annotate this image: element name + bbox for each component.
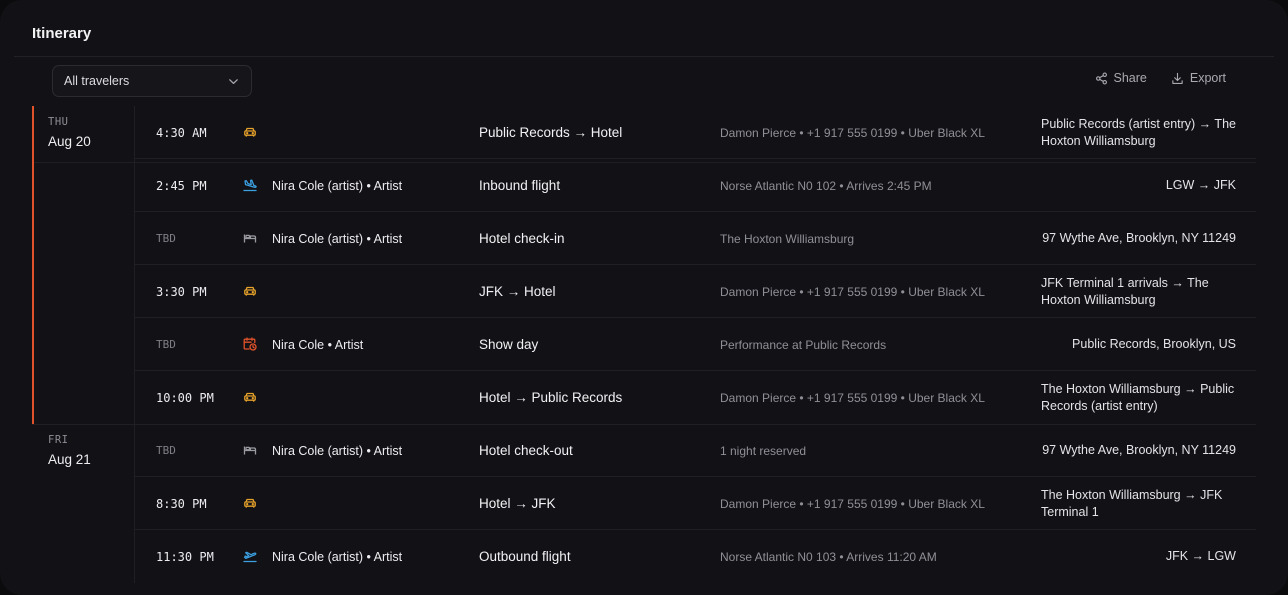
event-location: JFK Terminal 1 arrivals → The Hoxton Wil…	[1041, 265, 1236, 318]
itinerary-row[interactable]: 10:00 PM Hotel → Public Records Damon Pi…	[135, 371, 1256, 424]
event-title: Public Records → Hotel	[479, 125, 623, 140]
event-detail: Norse Atlantic N0 102 • Arrives 2:45 PM	[720, 178, 932, 193]
event-time: TBD	[156, 444, 176, 457]
event-location: Public Records, Brooklyn, US	[1041, 318, 1236, 371]
car-icon	[242, 124, 258, 140]
itinerary-row[interactable]: TBD Nira Cole • Artist Show day Performa…	[135, 318, 1256, 371]
event-location-text: 97 Wythe Ave, Brooklyn, NY 11249	[1042, 231, 1236, 245]
itinerary-row[interactable]: 4:30 AM Public Records → Hotel Damon Pie…	[135, 106, 1256, 159]
bed-icon	[242, 442, 258, 458]
export-button[interactable]: Export	[1171, 71, 1226, 85]
event-location-text: 97 Wythe Ave, Brooklyn, NY 11249	[1042, 443, 1236, 457]
event-time: 3:30 PM	[156, 284, 207, 299]
itinerary-row[interactable]: 8:30 PM Hotel → JFK Damon Pierce • +1 91…	[135, 477, 1256, 530]
itinerary-schedule: THU Aug 20 4:30 AM Public Records → Hotel…	[32, 106, 1256, 583]
event-time: 2:45 PM	[156, 178, 207, 193]
day-group: FRI Aug 21 TBD Nira Cole (artist) • Artis…	[32, 424, 1256, 583]
car-icon	[242, 495, 258, 511]
event-location: 97 Wythe Ave, Brooklyn, NY 11249	[1041, 424, 1236, 477]
event-title: JFK → Hotel	[479, 284, 556, 299]
day-of-week: FRI	[48, 434, 69, 446]
day-date: Aug 21	[48, 452, 91, 467]
share-label: Share	[1113, 71, 1147, 85]
event-detail: Performance at Public Records	[720, 337, 887, 352]
itinerary-row[interactable]: 3:30 PM JFK → Hotel Damon Pierce • +1 91…	[135, 265, 1256, 318]
event-time: 4:30 AM	[156, 125, 207, 140]
car-icon	[242, 389, 258, 405]
event-location-text: JFK → LGW	[1165, 549, 1236, 563]
traveler-filter-select[interactable]: All travelers	[52, 65, 252, 97]
day-group: THU Aug 20 4:30 AM Public Records → Hotel…	[32, 106, 1256, 424]
event-time: 10:00 PM	[156, 390, 214, 405]
event-title: Hotel → Public Records	[479, 390, 623, 405]
event-detail: 1 night reserved	[720, 443, 807, 458]
event-location-text: JFK Terminal 1 arrivals → The Hoxton Wil…	[1041, 275, 1209, 307]
day-header: THU Aug 20	[32, 106, 135, 424]
event-traveler: Nira Cole (artist) • Artist	[272, 549, 403, 564]
event-time: TBD	[156, 338, 176, 351]
event-detail: Norse Atlantic N0 103 • Arrives 11:20 AM	[720, 549, 937, 564]
chevron-down-icon	[229, 79, 238, 85]
day-date: Aug 20	[48, 134, 91, 149]
day-rows: 4:30 AM Public Records → Hotel Damon Pie…	[135, 106, 1256, 424]
page-title: Itinerary	[32, 25, 92, 42]
event-location-text: The Hoxton Williamsburg → JFK Terminal 1	[1041, 487, 1223, 519]
event-title: Hotel → JFK	[479, 496, 556, 511]
day-header: FRI Aug 21	[32, 424, 135, 583]
event-detail: The Hoxton Williamsburg	[720, 231, 855, 246]
share-button[interactable]: Share	[1095, 71, 1147, 85]
event-detail: Damon Pierce • +1 917 555 0199 • Uber Bl…	[720, 496, 985, 511]
event-time: 11:30 PM	[156, 549, 214, 564]
event-detail: Damon Pierce • +1 917 555 0199 • Uber Bl…	[720, 125, 985, 140]
event-detail: Damon Pierce • +1 917 555 0199 • Uber Bl…	[720, 284, 985, 299]
event-traveler: Nira Cole • Artist	[272, 337, 364, 352]
event-location-text: LGW → JFK	[1165, 178, 1236, 192]
day-rows: TBD Nira Cole (artist) • Artist Hotel ch…	[135, 424, 1256, 583]
itinerary-row[interactable]: 11:30 PM Nira Cole (artist) • Artist Out…	[135, 530, 1256, 583]
flight-landing-icon	[242, 177, 258, 193]
toolbar: All travelers Share Export	[0, 57, 1288, 163]
event-traveler: Nira Cole (artist) • Artist	[272, 443, 403, 458]
event-location: LGW → JFK	[1041, 159, 1236, 212]
event-traveler: Nira Cole (artist) • Artist	[272, 178, 403, 193]
itinerary-row[interactable]: TBD Nira Cole (artist) • Artist Hotel ch…	[135, 212, 1256, 265]
event-time: 8:30 PM	[156, 496, 207, 511]
event-detail: Damon Pierce • +1 917 555 0199 • Uber Bl…	[720, 390, 985, 405]
event-title: Hotel check-in	[479, 231, 565, 246]
export-label: Export	[1189, 71, 1226, 85]
download-icon	[1172, 72, 1183, 84]
event-title: Inbound flight	[479, 178, 561, 193]
itinerary-row[interactable]: TBD Nira Cole (artist) • Artist Hotel ch…	[135, 424, 1256, 477]
car-icon	[242, 283, 258, 299]
event-location-text: The Hoxton Williamsburg → Public Records…	[1041, 381, 1235, 413]
share-icon	[1095, 72, 1107, 84]
event-traveler: Nira Cole (artist) • Artist	[272, 231, 403, 246]
event-location-text: Public Records, Brooklyn, US	[1072, 337, 1236, 351]
event-location: Public Records (artist entry) → The Hoxt…	[1041, 106, 1236, 159]
day-of-week: THU	[48, 116, 69, 128]
traveler-filter-value: All travelers	[64, 74, 130, 88]
event-title: Outbound flight	[479, 549, 571, 564]
event-time: TBD	[156, 232, 176, 245]
bed-icon	[242, 230, 258, 246]
event-location: 97 Wythe Ave, Brooklyn, NY 11249	[1041, 212, 1236, 265]
itinerary-row[interactable]: 2:45 PM Nira Cole (artist) • Artist Inbo…	[135, 159, 1256, 212]
event-location: The Hoxton Williamsburg → JFK Terminal 1	[1041, 477, 1236, 530]
flight-takeoff-icon	[242, 548, 258, 564]
event-location: The Hoxton Williamsburg → Public Records…	[1041, 371, 1236, 424]
event-title: Show day	[479, 337, 539, 352]
event-location: JFK → LGW	[1041, 530, 1236, 583]
event-title: Hotel check-out	[479, 443, 573, 458]
calendar-clock-icon	[242, 336, 258, 352]
event-location-text: Public Records (artist entry) → The Hoxt…	[1041, 116, 1236, 148]
itinerary-panel: Itinerary All travelers Share Export THU…	[0, 0, 1288, 595]
